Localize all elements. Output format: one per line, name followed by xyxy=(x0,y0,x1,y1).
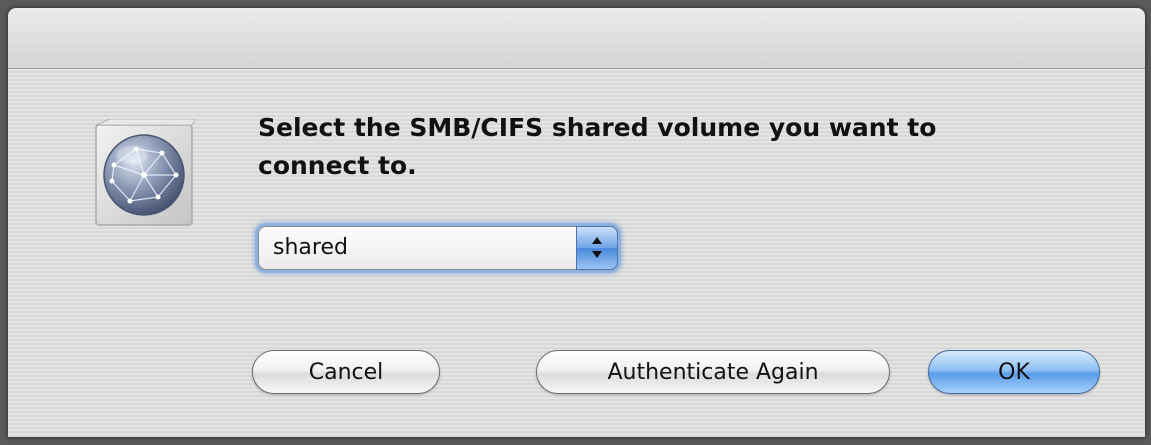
title-bar[interactable] xyxy=(8,8,1145,69)
dialog-message: Select the SMB/CIFS shared volume you wa… xyxy=(258,113,937,180)
authenticate-again-button[interactable]: Authenticate Again xyxy=(536,350,890,394)
arrow-down-icon xyxy=(592,251,602,258)
dialog-window: Select the SMB/CIFS shared volume you wa… xyxy=(8,8,1145,437)
dialog-content: Select the SMB/CIFS shared volume you wa… xyxy=(8,69,1145,437)
arrow-up-icon xyxy=(592,237,602,244)
cancel-button[interactable]: Cancel xyxy=(252,350,440,394)
volume-select[interactable]: shared xyxy=(258,226,618,270)
volume-select-value: shared xyxy=(273,235,348,260)
network-globe-icon xyxy=(95,119,196,226)
select-arrows-icon[interactable] xyxy=(576,226,618,270)
ok-button[interactable]: OK xyxy=(928,350,1100,394)
